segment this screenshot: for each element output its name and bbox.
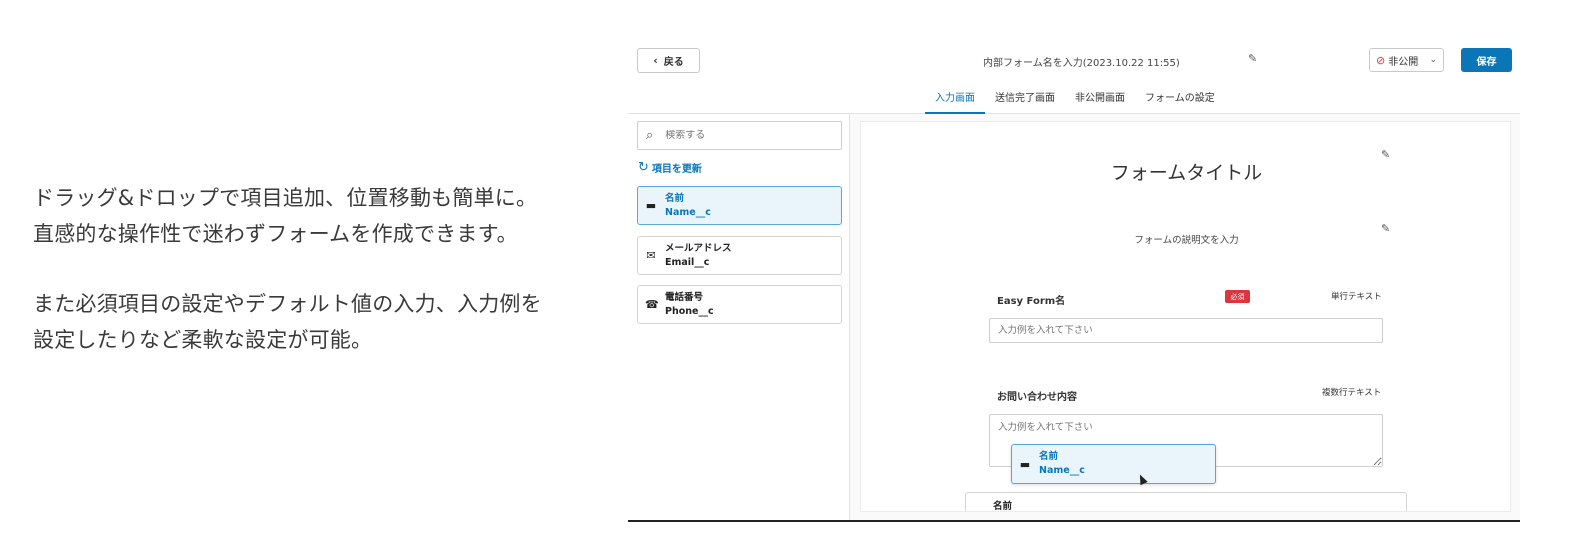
dash-icon: ▁ (974, 500, 984, 512)
tab-form-settings[interactable]: フォームの設定 (1135, 88, 1225, 114)
top-bar: ‹ 戻る 内部フォーム名を入力(2023.10.22 11:55) ✎ ⊘ 非公… (628, 36, 1520, 114)
palette-item-email[interactable]: ✉ メールアドレス Email__c (637, 236, 842, 275)
refresh-fields-link[interactable]: ↻ 項目を更新 (638, 160, 702, 175)
field-search-input[interactable] (665, 130, 816, 141)
visibility-select[interactable]: ⊘ 非公開 ⌄ (1369, 48, 1444, 72)
form-builder-window: ‹ 戻る 内部フォーム名を入力(2023.10.22 11:55) ✎ ⊘ 非公… (628, 36, 1520, 522)
field-label: お問い合わせ内容 (997, 392, 1077, 403)
description-paragraph-1: ドラッグ&ドロップで項目追加、位置移動も簡単に。直感的な操作性で迷わずフォームを… (33, 186, 538, 246)
palette-item-api-name: Name__c (665, 206, 711, 218)
palette-item-label: 名前 (665, 192, 685, 204)
edit-title-pencil-icon[interactable]: ✎ (1381, 148, 1390, 161)
field-palette-sidebar: ⌕ ↻ 項目を更新 ▬ 名前 Name__c ✉ メールアドレス Email__… (628, 114, 850, 520)
ghost-label: 名前 (1039, 451, 1059, 462)
field-type: 複数行テキスト (1322, 388, 1382, 398)
dropped-field-label: 名前 (993, 501, 1013, 512)
ban-icon: ⊘ (1376, 53, 1386, 67)
back-button[interactable]: ‹ 戻る (637, 48, 700, 73)
dash-icon: ▬ (645, 199, 657, 212)
palette-item-api-name: Phone__c (665, 305, 714, 317)
refresh-icon: ↻ (638, 160, 649, 175)
refresh-fields-label: 項目を更新 (651, 164, 702, 175)
description-paragraph-2: また必須項目の設定やデフォルト値の入力、入力例を設定したりなど柔軟な設定が可能。 (33, 292, 542, 352)
field-type: 単行テキスト (1331, 292, 1382, 302)
palette-item-label: メールアドレス (665, 242, 732, 254)
phone-icon: ☎ (645, 298, 659, 311)
palette-item-api-name: Email__c (665, 256, 710, 268)
chevron-down-icon: ⌄ (1429, 55, 1437, 65)
visibility-select-value: 非公開 (1388, 56, 1419, 68)
single-line-text-input[interactable] (989, 318, 1383, 343)
palette-item-phone[interactable]: ☎ 電話番号 Phone__c (637, 285, 842, 324)
tab-submit-complete-screen[interactable]: 送信完了画面 (985, 88, 1065, 114)
internal-form-name: 内部フォーム名を入力(2023.10.22 11:55) (983, 58, 1180, 69)
dragging-field-ghost[interactable]: ▬ 名前 Name__c (1011, 444, 1216, 484)
required-badge: 必須 (1225, 290, 1250, 303)
save-button[interactable]: 保存 (1461, 48, 1512, 72)
screen-tabs: 入力画面 送信完了画面 非公開画面 フォームの設定 (925, 88, 1225, 114)
search-icon: ⌕ (646, 128, 654, 143)
edit-form-name-pencil-icon[interactable]: ✎ (1248, 52, 1257, 65)
palette-item-label: 電話番号 (665, 291, 704, 303)
feature-description: ドラッグ&ドロップで項目追加、位置移動も簡単に。直感的な操作性で迷わずフォームを… (33, 180, 553, 392)
edit-description-pencil-icon[interactable]: ✎ (1381, 222, 1390, 235)
tab-private-screen[interactable]: 非公開画面 (1065, 88, 1135, 114)
palette-item-name[interactable]: ▬ 名前 Name__c (637, 186, 842, 225)
form-canvas: フォームタイトル ✎ フォームの説明文を入力 ✎ Easy Form名 必須 単… (860, 121, 1511, 512)
mail-icon: ✉ (646, 249, 656, 262)
field-search[interactable]: ⌕ (637, 121, 842, 150)
form-description[interactable]: フォームの説明文を入力 (861, 232, 1510, 246)
back-button-label: 戻る (663, 57, 684, 68)
chevron-left-icon: ‹ (653, 54, 658, 67)
tab-input-screen[interactable]: 入力画面 (925, 88, 985, 114)
dropped-field-item[interactable]: ▁ 名前 (965, 492, 1407, 512)
ghost-api-name: Name__c (1039, 465, 1085, 476)
field-label: Easy Form名 (997, 296, 1066, 307)
dash-icon: ▬ (1019, 457, 1031, 471)
form-title[interactable]: フォームタイトル (861, 158, 1510, 185)
